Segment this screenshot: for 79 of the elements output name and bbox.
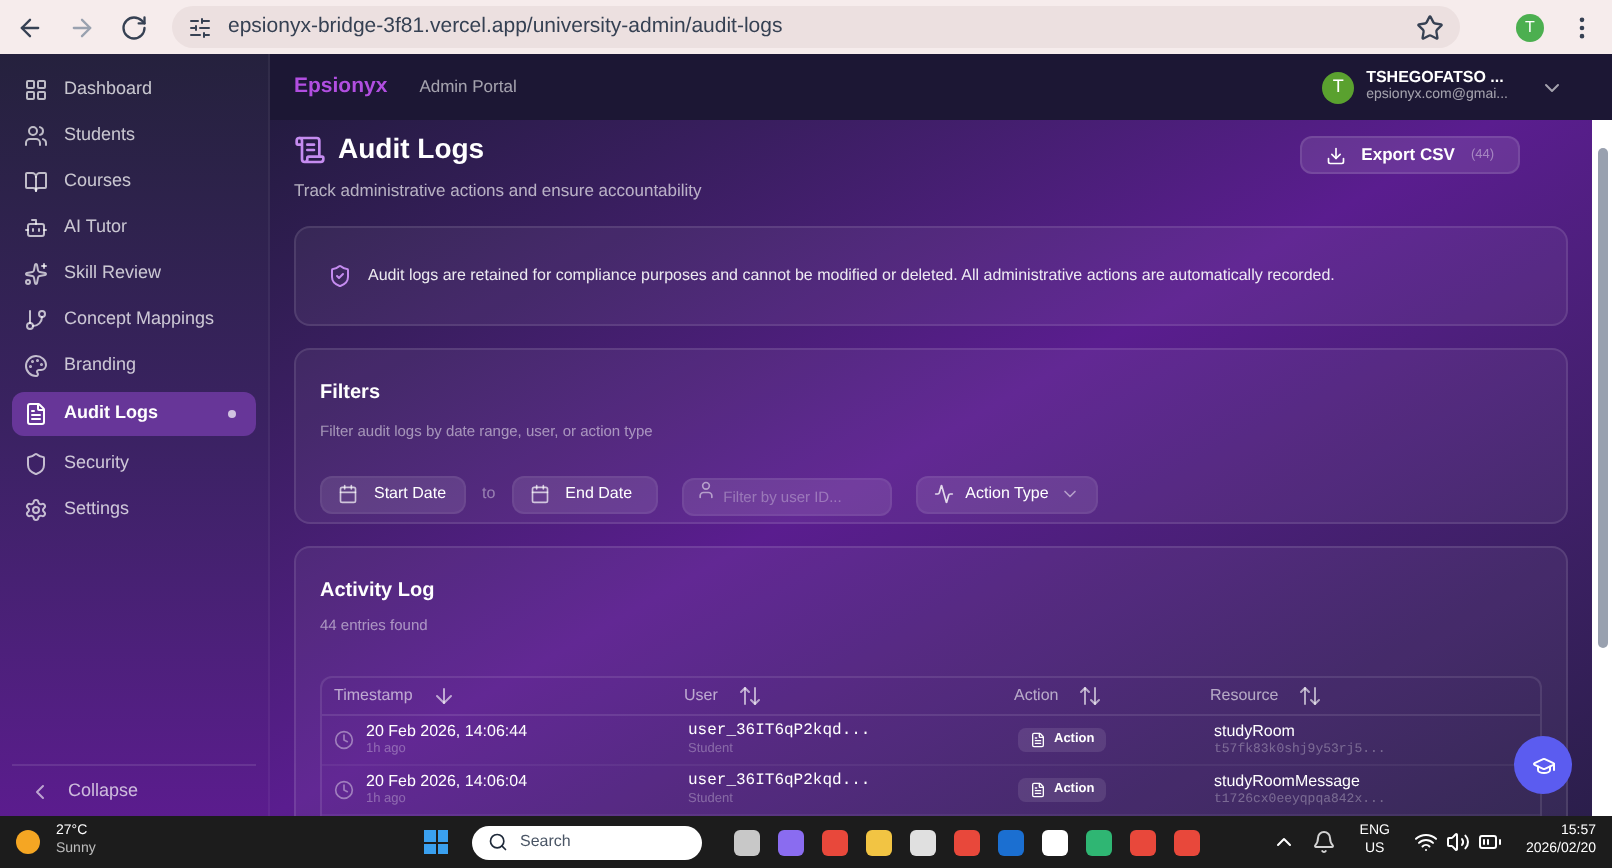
sidebar-item[interactable]: Skill Review: [12, 254, 256, 292]
document-icon: [1030, 782, 1046, 798]
user-id: user_36IT6qP2kqd...: [688, 771, 873, 792]
resource-name: studyRoomMessage: [1214, 771, 1362, 792]
battery-icon[interactable]: [1477, 830, 1502, 854]
shield-icon: [24, 451, 48, 475]
floating-action-button[interactable]: [1514, 736, 1572, 794]
sort-icon[interactable]: [1298, 684, 1323, 708]
notification-icon[interactable]: [1311, 830, 1336, 854]
taskbar-app-icon[interactable]: [866, 829, 892, 855]
taskbar-app-icon[interactable]: [1042, 829, 1068, 855]
range-separator: to: [482, 482, 496, 506]
taskbar-app-icon[interactable]: [1086, 829, 1112, 855]
back-icon[interactable]: [16, 13, 44, 41]
page-subtitle: Track administrative actions and ensure accountability: [294, 178, 704, 204]
brand-name[interactable]: Epsionyx: [294, 71, 388, 103]
sort-down-icon[interactable]: [432, 684, 457, 708]
site-info-icon[interactable]: [188, 15, 212, 39]
end-date-button[interactable]: End Date: [511, 475, 658, 513]
clock-icon: [334, 780, 354, 800]
timestamp-text: 20 Feb 2026, 14:06:04: [366, 771, 528, 792]
taskbar-search-field[interactable]: Search: [472, 825, 702, 859]
page-title: Audit Logs: [338, 130, 485, 168]
resource-name: studyRoom: [1214, 721, 1297, 742]
sidebar-item[interactable]: Courses: [12, 162, 256, 200]
column-header[interactable]: Action: [1014, 684, 1059, 708]
user-name: TSHEGOFATSO ...: [1366, 68, 1506, 87]
settings-icon: [24, 497, 48, 521]
sun-icon: [16, 830, 40, 854]
volume-icon[interactable]: [1445, 830, 1470, 854]
collapse-button[interactable]: Collapse: [68, 777, 139, 805]
sidebar-item[interactable]: Branding: [12, 346, 256, 384]
start-date-button[interactable]: Start Date: [320, 475, 466, 513]
column-header[interactable]: User: [684, 684, 718, 708]
column-header[interactable]: Timestamp: [334, 684, 413, 708]
clock-icon: [334, 730, 354, 750]
users-icon: [24, 123, 48, 147]
sort-icon[interactable]: [1078, 684, 1103, 708]
sidebar-item[interactable]: Settings: [12, 490, 256, 528]
palette-icon: [24, 353, 48, 377]
robot-icon: [24, 215, 48, 239]
sort-icon[interactable]: [737, 684, 762, 708]
sidebar-item[interactable]: Security: [12, 444, 256, 482]
shield-icon: [328, 263, 352, 288]
document-icon: [24, 402, 48, 426]
sparkles-icon: [24, 261, 48, 285]
url-text: epsionyx-bridge-3f81.vercel.app/university-admin/audit-logs: [228, 11, 785, 42]
notice-text: Audit logs are retained for compliance purposes and cannot be modified or deleted. All administrative actions are automatically recorded.: [368, 263, 1335, 288]
document-icon: [1030, 732, 1046, 748]
timestamp-text: 20 Feb 2026, 14:06:44: [366, 721, 528, 742]
calendar-icon: [338, 484, 358, 504]
search-icon: [488, 832, 508, 852]
portal-label: Admin Portal: [419, 74, 517, 100]
reload-icon[interactable]: [120, 13, 148, 41]
sidebar-item[interactable]: Audit Logs: [12, 392, 256, 436]
sidebar-item[interactable]: Dashboard: [12, 70, 256, 108]
taskbar-app-icon[interactable]: [734, 829, 760, 855]
activity-icon: [933, 484, 954, 504]
sidebar-item[interactable]: Students: [12, 116, 256, 154]
grid-icon: [24, 77, 48, 101]
taskbar-app-icon[interactable]: [910, 829, 936, 855]
activity-title: Activity Log: [320, 577, 437, 606]
bookmark-star-icon[interactable]: [1416, 13, 1444, 41]
graduation-cap-icon: [1531, 753, 1555, 777]
sidebar-item[interactable]: AI Tutor: [12, 208, 256, 246]
calendar-icon: [529, 484, 550, 504]
user-id: user_36IT6qP2kqd...: [688, 721, 873, 742]
action-type-dropdown[interactable]: Action Type: [915, 475, 1099, 513]
filters-title: Filters: [320, 379, 383, 408]
scrollbar[interactable]: [1592, 120, 1612, 816]
column-header[interactable]: Resource: [1210, 684, 1279, 708]
book-icon: [24, 169, 48, 193]
address-bar[interactable]: epsionyx-bridge-3f81.vercel.app/university-admin/audit-logs: [172, 6, 1460, 48]
branch-icon: [24, 307, 48, 331]
download-icon: [1325, 145, 1346, 165]
user-icon: [695, 479, 716, 499]
scroll-icon: [294, 133, 326, 165]
windows-start-icon[interactable]: [424, 830, 448, 854]
sidebar-item[interactable]: Concept Mappings: [12, 300, 256, 338]
